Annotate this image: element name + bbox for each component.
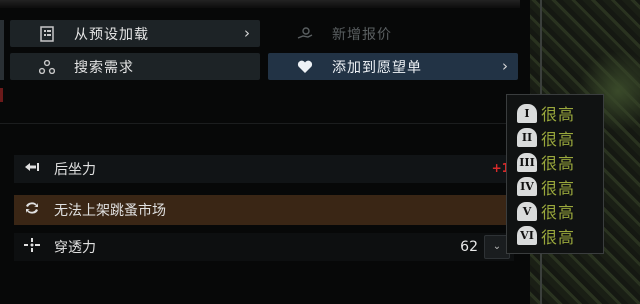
search-demand-button[interactable]: 搜索需求 [10, 53, 260, 80]
tooltip-row: III 很高 [517, 150, 603, 175]
hand-coin-icon [294, 25, 316, 43]
load-preset-label: 从预设加载 [74, 26, 149, 43]
section-divider [0, 123, 520, 124]
effectiveness-value: 很高 [541, 203, 576, 223]
load-preset-button[interactable]: 从预设加载 › [10, 20, 260, 47]
armor-class-badge-icon: V [517, 201, 537, 221]
effectiveness-value: 很高 [541, 105, 576, 125]
stat-row-recoil: 后坐力 +1 [14, 155, 514, 183]
recoil-label: 后坐力 [54, 162, 96, 178]
search-demand-label: 搜索需求 [74, 59, 134, 76]
stat-row-penetration: 穿透力 62 ⌄ [14, 233, 514, 261]
preset-list-icon [36, 25, 58, 43]
heart-icon [294, 58, 316, 76]
armor-class-badge-icon: II [517, 128, 537, 148]
left-edge-marker [0, 88, 3, 102]
nodes-icon [36, 58, 58, 76]
armor-class-tooltip: I 很高 II 很高 III 很高 IV 很高 V 很高 VI 很高 [506, 94, 604, 254]
recoil-arrow-icon [24, 161, 44, 177]
no-trade-icon [24, 201, 44, 219]
armor-class-badge-icon: VI [517, 226, 537, 246]
effectiveness-value: 很高 [541, 227, 576, 247]
tooltip-row: V 很高 [517, 199, 603, 224]
stat-row-flea-market: 无法上架跳蚤市场 [14, 195, 514, 225]
armor-class-badge-icon: I [517, 103, 537, 123]
tooltip-row: VI 很高 [517, 224, 603, 249]
armor-class-badge-icon: IV [517, 177, 537, 197]
left-edge-panel [0, 20, 4, 80]
tooltip-row: I 很高 [517, 101, 603, 126]
chevron-right-icon: › [244, 24, 250, 42]
top-bar [0, 0, 520, 8]
new-quote-label: 新增报价 [332, 26, 392, 43]
effectiveness-value: 很高 [541, 129, 576, 149]
penetration-label: 穿透力 [54, 240, 96, 256]
tooltip-row: IV 很高 [517, 175, 603, 200]
penetration-value: 62 [460, 239, 478, 255]
effectiveness-value: 很高 [541, 154, 576, 174]
tooltip-row: II 很高 [517, 126, 603, 151]
flea-market-label: 无法上架跳蚤市场 [54, 203, 166, 219]
new-quote-button[interactable]: 新增报价 [268, 20, 518, 47]
effectiveness-value: 很高 [541, 178, 576, 198]
add-to-wishlist-label: 添加到愿望单 [332, 59, 422, 76]
add-to-wishlist-button[interactable]: 添加到愿望单 › [268, 53, 518, 80]
chevron-right-icon: › [502, 57, 508, 75]
armor-class-badge-icon: III [517, 152, 537, 172]
burst-icon [24, 238, 44, 256]
